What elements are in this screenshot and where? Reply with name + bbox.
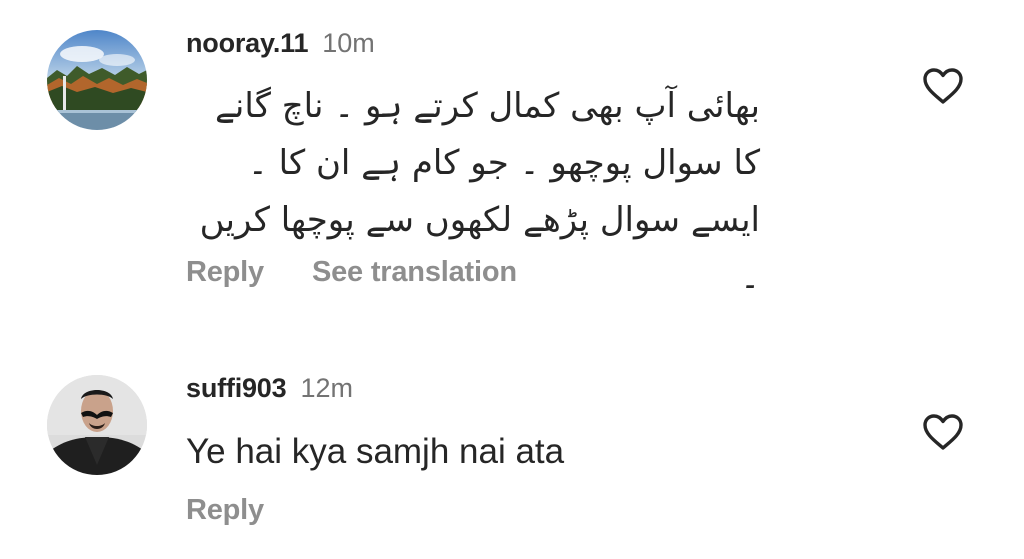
comment-actions: Reply (186, 494, 264, 527)
comments-list: nooray.11 10m بھائی آپ بھی کمال کرتے ہو … (0, 0, 1024, 559)
comment-actions: Reply See translation (186, 256, 517, 289)
comment-meta: suffi903 12m (186, 373, 353, 404)
username[interactable]: suffi903 (186, 373, 287, 404)
heart-outline-icon (923, 414, 963, 450)
username[interactable]: nooray.11 (186, 28, 308, 59)
reply-button[interactable]: Reply (186, 256, 264, 289)
like-button[interactable] (921, 66, 965, 106)
comment-item: nooray.11 10m بھائی آپ بھی کمال کرتے ہو … (0, 0, 1024, 310)
timestamp: 12m (300, 373, 353, 403)
like-button[interactable] (921, 412, 965, 452)
timestamp: 10m (322, 28, 375, 58)
comment-item: suffi903 12m Ye hai kya samjh nai ata Re… (0, 360, 1024, 559)
comment-meta: nooray.11 10m (186, 28, 375, 59)
reply-button[interactable]: Reply (186, 494, 264, 527)
user-avatar[interactable] (47, 375, 147, 475)
see-translation-button[interactable]: See translation (312, 256, 517, 289)
landscape-avatar-icon (47, 30, 147, 130)
masked-person-avatar-icon (47, 375, 147, 475)
comment-text: Ye hai kya samjh nai ata (186, 432, 565, 471)
heart-outline-icon (923, 68, 963, 104)
user-avatar[interactable] (47, 30, 147, 130)
